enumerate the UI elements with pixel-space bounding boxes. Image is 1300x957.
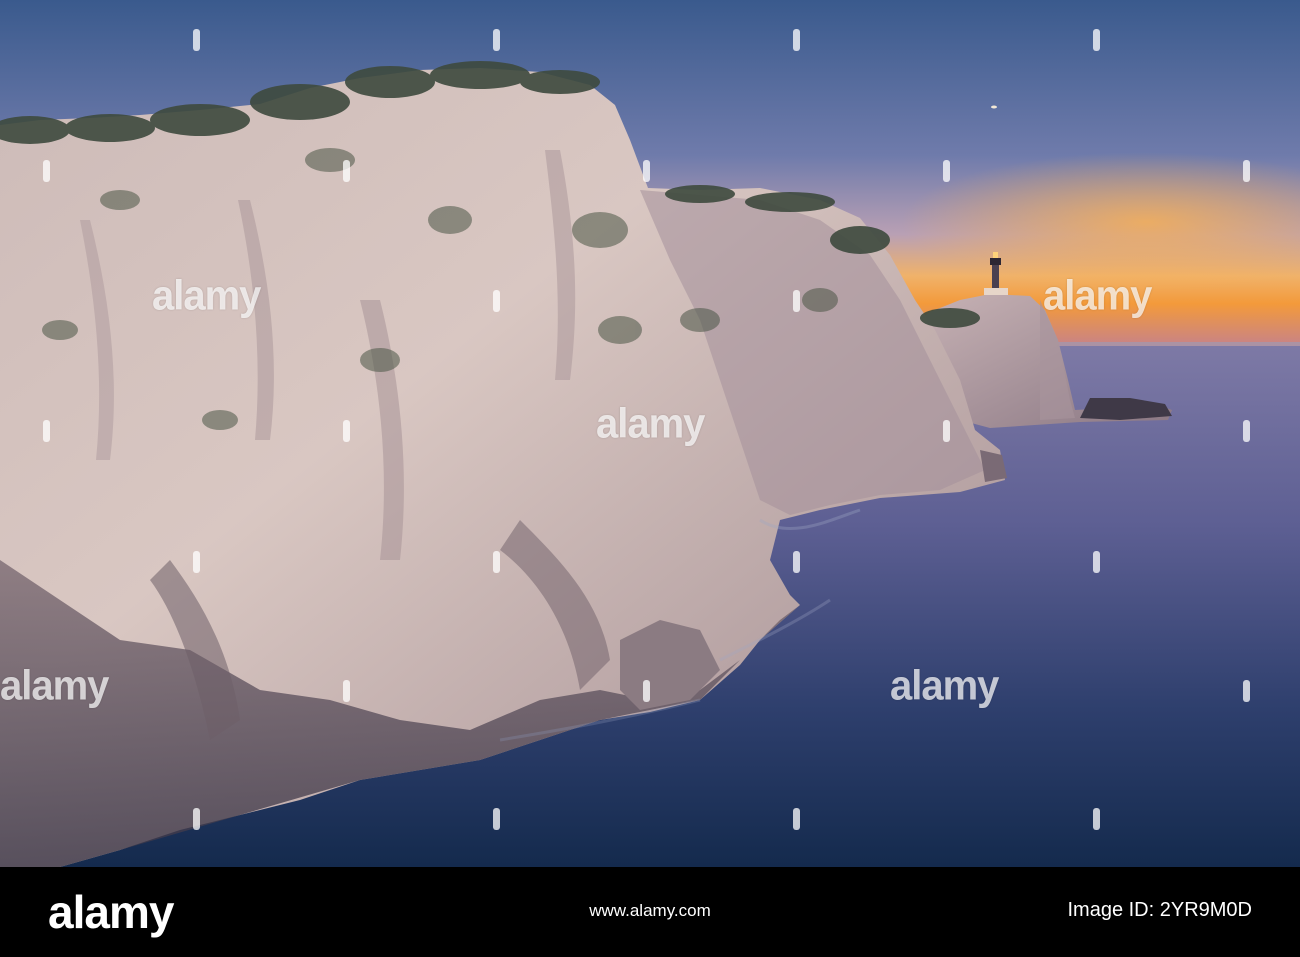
stock-footer-bar: alamy www.alamy.com Image ID: 2YR9M0D <box>0 867 1300 957</box>
cliff-lighthouse-scene <box>0 0 1300 867</box>
alamy-logo: alamy <box>48 886 174 938</box>
site-url: www.alamy.com <box>589 901 711 920</box>
crescent-moon <box>991 105 997 109</box>
stock-photo: alamy alamy alamy alamy alamy alamy www.… <box>0 0 1300 957</box>
image-id-label: Image ID: 2YR9M0D <box>1067 899 1252 921</box>
landscape-photo <box>0 0 1300 867</box>
